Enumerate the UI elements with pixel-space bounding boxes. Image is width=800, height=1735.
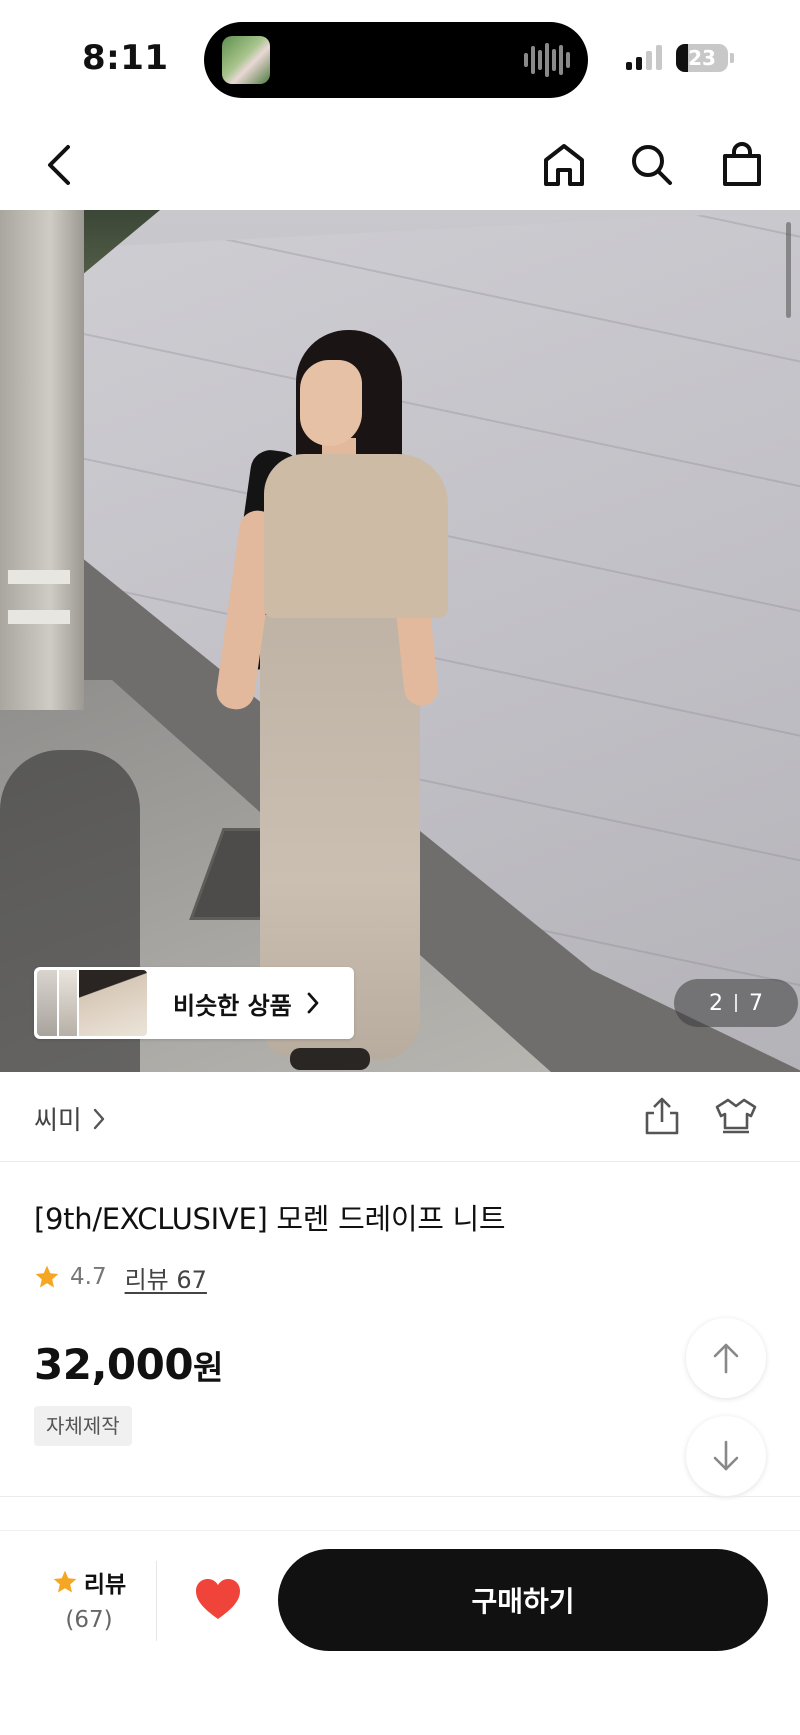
battery-level-text: 23 (688, 46, 716, 70)
status-time: 8:11 (82, 38, 169, 78)
image-pole (0, 210, 84, 710)
image-pole-band (8, 570, 70, 584)
chevron-left-icon (48, 145, 70, 185)
now-playing-thumbnail (222, 36, 270, 84)
buy-button[interactable]: 구매하기 (278, 1549, 768, 1651)
status-bar: 8:11 23 (0, 0, 800, 118)
similar-products-button[interactable]: 비슷한 상품 (34, 967, 354, 1039)
brand-row: 씨미 (0, 1072, 800, 1162)
arrow-down-icon (713, 1440, 739, 1471)
review-summary-button[interactable]: 리뷰 (67) (34, 1565, 144, 1645)
brand-name: 씨미 (34, 1106, 82, 1136)
pager-current: 2 (709, 990, 723, 1016)
bar-divider (156, 1561, 157, 1641)
bottom-action-bar: 리뷰 (67) 구매하기 (0, 1530, 800, 1735)
clothing-icon (715, 1098, 757, 1134)
pager-total: 7 (749, 990, 763, 1016)
audio-waveform-icon (524, 42, 570, 78)
like-button[interactable] (190, 1571, 246, 1627)
model-knit-top (264, 454, 448, 618)
chevron-right-icon (93, 1108, 105, 1129)
review-link[interactable]: 리뷰 67 (125, 1260, 207, 1295)
similar-thumbnail (37, 970, 57, 1036)
heart-icon (196, 1579, 240, 1619)
battery-nub (730, 53, 734, 63)
product-title: [9th/EXCLUSIVE] 모렌 드레이프 니트 (34, 1202, 506, 1236)
image-pager: 2 7 (674, 979, 798, 1027)
image-pole-band (8, 610, 70, 624)
model-face (300, 360, 362, 446)
search-icon (632, 145, 672, 185)
price: 32,000원 (34, 1340, 223, 1389)
model-shoes (290, 1048, 370, 1070)
share-icon (645, 1097, 679, 1135)
shopping-bag-icon (723, 142, 761, 186)
scroll-bottom-button[interactable] (686, 1416, 766, 1496)
battery-icon: 23 (676, 44, 728, 72)
dynamic-island[interactable] (204, 22, 588, 98)
price-unit: 원 (193, 1348, 223, 1387)
review-summary-label: 리뷰 (83, 1572, 127, 1598)
search-button[interactable] (626, 138, 678, 192)
cart-button[interactable] (716, 138, 768, 192)
cellular-signal-icon (626, 44, 666, 70)
similar-products-thumbnails (37, 970, 147, 1036)
home-icon (544, 144, 584, 186)
rating-value: 4.7 (70, 1264, 107, 1290)
scroll-indicator[interactable] (786, 222, 791, 318)
star-icon (53, 1570, 77, 1593)
pager-separator (735, 994, 737, 1012)
back-button[interactable] (34, 138, 84, 192)
chevron-right-icon (306, 991, 320, 1015)
similar-thumbnail (79, 970, 147, 1036)
rating-row: 4.7 리뷰 67 (34, 1260, 207, 1294)
arrow-up-icon (713, 1343, 739, 1374)
star-icon (35, 1265, 59, 1288)
scroll-top-button[interactable] (686, 1318, 766, 1398)
review-summary-count: (67) (65, 1607, 113, 1633)
product-tag: 자체제작 (34, 1406, 132, 1446)
share-button[interactable] (638, 1092, 686, 1140)
home-button[interactable] (538, 138, 590, 192)
similar-products-label: 비슷한 상품 (173, 991, 292, 1020)
similar-thumbnail (59, 970, 77, 1036)
price-number: 32,000 (34, 1340, 194, 1389)
size-fit-button[interactable] (710, 1092, 762, 1140)
product-image[interactable] (0, 210, 800, 1072)
section-divider (0, 1496, 800, 1497)
brand-link[interactable]: 씨미 (34, 1100, 106, 1137)
